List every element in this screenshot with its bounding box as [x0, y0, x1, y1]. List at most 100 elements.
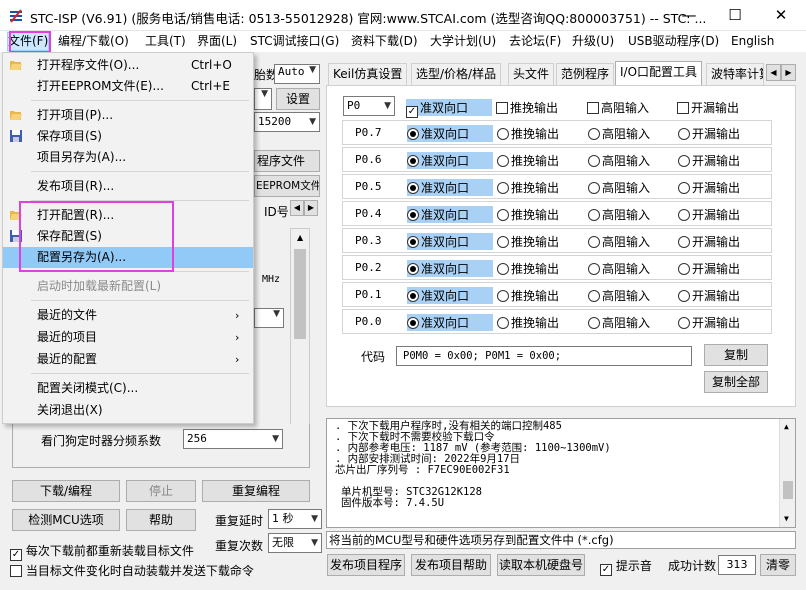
- publish-program-button[interactable]: 发布项目程序: [327, 554, 405, 576]
- menu-load-latest-config[interactable]: 启动时加载最新配置(L): [3, 276, 253, 297]
- pin-pushpull-radio[interactable]: 推挽输出: [497, 314, 559, 331]
- log-scrollbar[interactable]: ▲ ▼: [779, 419, 795, 527]
- pin-quasi-radio[interactable]: 准双向口: [407, 152, 493, 169]
- check-mcu-button[interactable]: 检测MCU选项: [12, 509, 120, 531]
- pin-quasi-radio[interactable]: 准双向口: [407, 206, 493, 223]
- menu-publish-project[interactable]: 发布项目(R)...: [3, 176, 253, 197]
- tab-header-files[interactable]: 头文件: [508, 63, 555, 85]
- pin-highz-radio[interactable]: 高阻输入: [588, 314, 650, 331]
- auto-combo[interactable]: Auto ▼: [274, 64, 320, 84]
- option-combo-partial[interactable]: ▼: [254, 308, 284, 328]
- maximize-button[interactable]: ☐: [712, 0, 758, 30]
- menu-open-program-file[interactable]: 打开程序文件(O)... Ctrl+O: [3, 55, 253, 76]
- menu-config-close-mode[interactable]: 配置关闭模式(C)...: [3, 378, 253, 399]
- pin-opendrain-radio[interactable]: 开漏输出: [678, 152, 740, 169]
- pin-opendrain-radio[interactable]: 开漏输出: [678, 206, 740, 223]
- port-combo-partial[interactable]: ▼: [254, 88, 272, 110]
- pin-quasi-radio[interactable]: 准双向口: [407, 287, 493, 304]
- output-log[interactable]: . 下次下载用户程序时,没有相关的端口控制485 . 下次下载时不需要校验下载口…: [326, 418, 796, 528]
- pin-quasi-radio[interactable]: 准双向口: [407, 314, 493, 331]
- right-arrow-button[interactable]: ▶: [304, 200, 318, 216]
- menu-recent-projects[interactable]: 最近的项目 ›: [3, 327, 253, 348]
- pin-highz-radio[interactable]: 高阻输入: [588, 125, 650, 142]
- repeat-count-combo[interactable]: 无限 ▼: [268, 533, 322, 553]
- menu-recent-files[interactable]: 最近的文件 ›: [3, 305, 253, 326]
- menu-recent-configs[interactable]: 最近的配置 ›: [3, 349, 253, 370]
- stop-button[interactable]: 停止: [126, 480, 196, 502]
- menu-stc-debug[interactable]: STC调试接口(G): [250, 33, 339, 50]
- pin-pushpull-radio[interactable]: 推挽输出: [497, 233, 559, 250]
- pin-highz-radio[interactable]: 高阻输入: [588, 152, 650, 169]
- tab-baud-calc[interactable]: 波特率计算: [706, 63, 764, 85]
- help-button[interactable]: 帮助: [126, 509, 196, 531]
- baud-combo[interactable]: 15200 ▼: [254, 112, 320, 132]
- menu-program-download[interactable]: 编程/下载(O): [58, 33, 129, 50]
- pin-highz-radio[interactable]: 高阻输入: [588, 233, 650, 250]
- copy-all-button[interactable]: 复制全部: [704, 371, 768, 393]
- scroll-thumb[interactable]: [783, 481, 793, 499]
- publish-help-button[interactable]: 发布项目帮助: [411, 554, 491, 576]
- menu-open-project[interactable]: 打开项目(P)...: [3, 105, 253, 126]
- pin-opendrain-radio[interactable]: 开漏输出: [678, 179, 740, 196]
- tab-examples[interactable]: 范例程序: [556, 63, 615, 85]
- menu-interface[interactable]: 界面(L): [197, 33, 237, 50]
- tab-scroll-left[interactable]: ◀: [766, 64, 781, 81]
- watchdog-combo[interactable]: 256 ▼: [183, 429, 283, 449]
- clear-count-button[interactable]: 清零: [760, 554, 796, 576]
- menu-data-download[interactable]: 资料下载(D): [351, 33, 418, 50]
- download-program-button[interactable]: 下载/编程: [12, 480, 120, 502]
- open-eeprom-file-button[interactable]: EEPROM文件: [254, 175, 320, 197]
- open-program-file-button[interactable]: 程序文件: [254, 150, 320, 172]
- pin-quasi-radio[interactable]: 准双向口: [407, 233, 493, 250]
- menu-tools[interactable]: 工具(T): [145, 33, 186, 50]
- menu-upgrade[interactable]: 升级(U): [572, 33, 614, 50]
- left-arrow-button[interactable]: ◀: [290, 200, 304, 216]
- pin-quasi-radio[interactable]: 准双向口: [407, 260, 493, 277]
- pin-pushpull-radio[interactable]: 推挽输出: [497, 260, 559, 277]
- menu-save-project[interactable]: 保存项目(S): [3, 126, 253, 147]
- menu-open-eeprom-file[interactable]: 打开EEPROM文件(E)... Ctrl+E: [3, 76, 253, 97]
- port-all-highz[interactable]: 高阻输入: [587, 99, 649, 116]
- pin-opendrain-radio[interactable]: 开漏输出: [678, 314, 740, 331]
- port-all-pushpull[interactable]: 推挽输出: [496, 99, 558, 116]
- pin-pushpull-radio[interactable]: 推挽输出: [497, 179, 559, 196]
- pin-opendrain-radio[interactable]: 开漏输出: [678, 125, 740, 142]
- menu-usb-driver[interactable]: USB驱动程序(D): [628, 33, 719, 50]
- pin-opendrain-radio[interactable]: 开漏输出: [678, 260, 740, 277]
- pin-highz-radio[interactable]: 高阻输入: [588, 179, 650, 196]
- repeat-delay-combo[interactable]: 1 秒 ▼: [268, 509, 322, 529]
- menu-english[interactable]: English: [731, 33, 774, 50]
- success-count-field[interactable]: 313: [718, 555, 756, 575]
- pin-opendrain-radio[interactable]: 开漏输出: [678, 287, 740, 304]
- tab-scroll-right[interactable]: ▶: [781, 64, 796, 81]
- copy-button[interactable]: 复制: [704, 344, 768, 366]
- close-button[interactable]: ✕: [758, 0, 804, 30]
- pin-pushpull-radio[interactable]: 推挽输出: [497, 125, 559, 142]
- pin-highz-radio[interactable]: 高阻输入: [588, 260, 650, 277]
- read-disk-id-button[interactable]: 读取本机硬盘号: [497, 554, 585, 576]
- pin-highz-radio[interactable]: 高阻输入: [588, 287, 650, 304]
- pin-quasi-radio[interactable]: 准双向口: [407, 179, 493, 196]
- pin-pushpull-radio[interactable]: 推挽输出: [497, 287, 559, 304]
- reload-each-checkbox[interactable]: ✓ 每次下载前都重新装载目标文件: [10, 542, 194, 561]
- menu-exit[interactable]: 关闭退出(X): [3, 400, 253, 421]
- pin-pushpull-radio[interactable]: 推挽输出: [497, 152, 559, 169]
- tab-keil-sim[interactable]: Keil仿真设置: [328, 63, 408, 85]
- scroll-thumb[interactable]: [294, 249, 306, 339]
- pin-highz-radio[interactable]: 高阻输入: [588, 206, 650, 223]
- menu-save-project-as[interactable]: 项目另存为(A)...: [3, 147, 253, 168]
- settings-button[interactable]: 设置: [276, 88, 320, 110]
- tab-selection-price[interactable]: 选型/价格/样品: [411, 63, 502, 85]
- pin-opendrain-radio[interactable]: 开漏输出: [678, 233, 740, 250]
- pin-pushpull-radio[interactable]: 推挽输出: [497, 206, 559, 223]
- menu-forum[interactable]: 去论坛(F): [509, 33, 561, 50]
- auto-send-checkbox[interactable]: 当目标文件变化时自动装载并发送下载命令: [10, 562, 254, 579]
- port-all-opendrain[interactable]: 开漏输出: [677, 99, 739, 116]
- beep-checkbox[interactable]: ✓ 提示音: [600, 557, 652, 576]
- pin-quasi-radio[interactable]: 准双向口: [407, 125, 493, 142]
- code-output-field[interactable]: P0M0 = 0x00; P0M1 = 0x00;: [396, 346, 692, 366]
- tab-io-config[interactable]: I/O口配置工具: [615, 61, 703, 86]
- minimize-button[interactable]: —: [666, 0, 712, 30]
- repeat-program-button[interactable]: 重复编程: [202, 480, 310, 502]
- menu-university[interactable]: 大学计划(U): [430, 33, 496, 50]
